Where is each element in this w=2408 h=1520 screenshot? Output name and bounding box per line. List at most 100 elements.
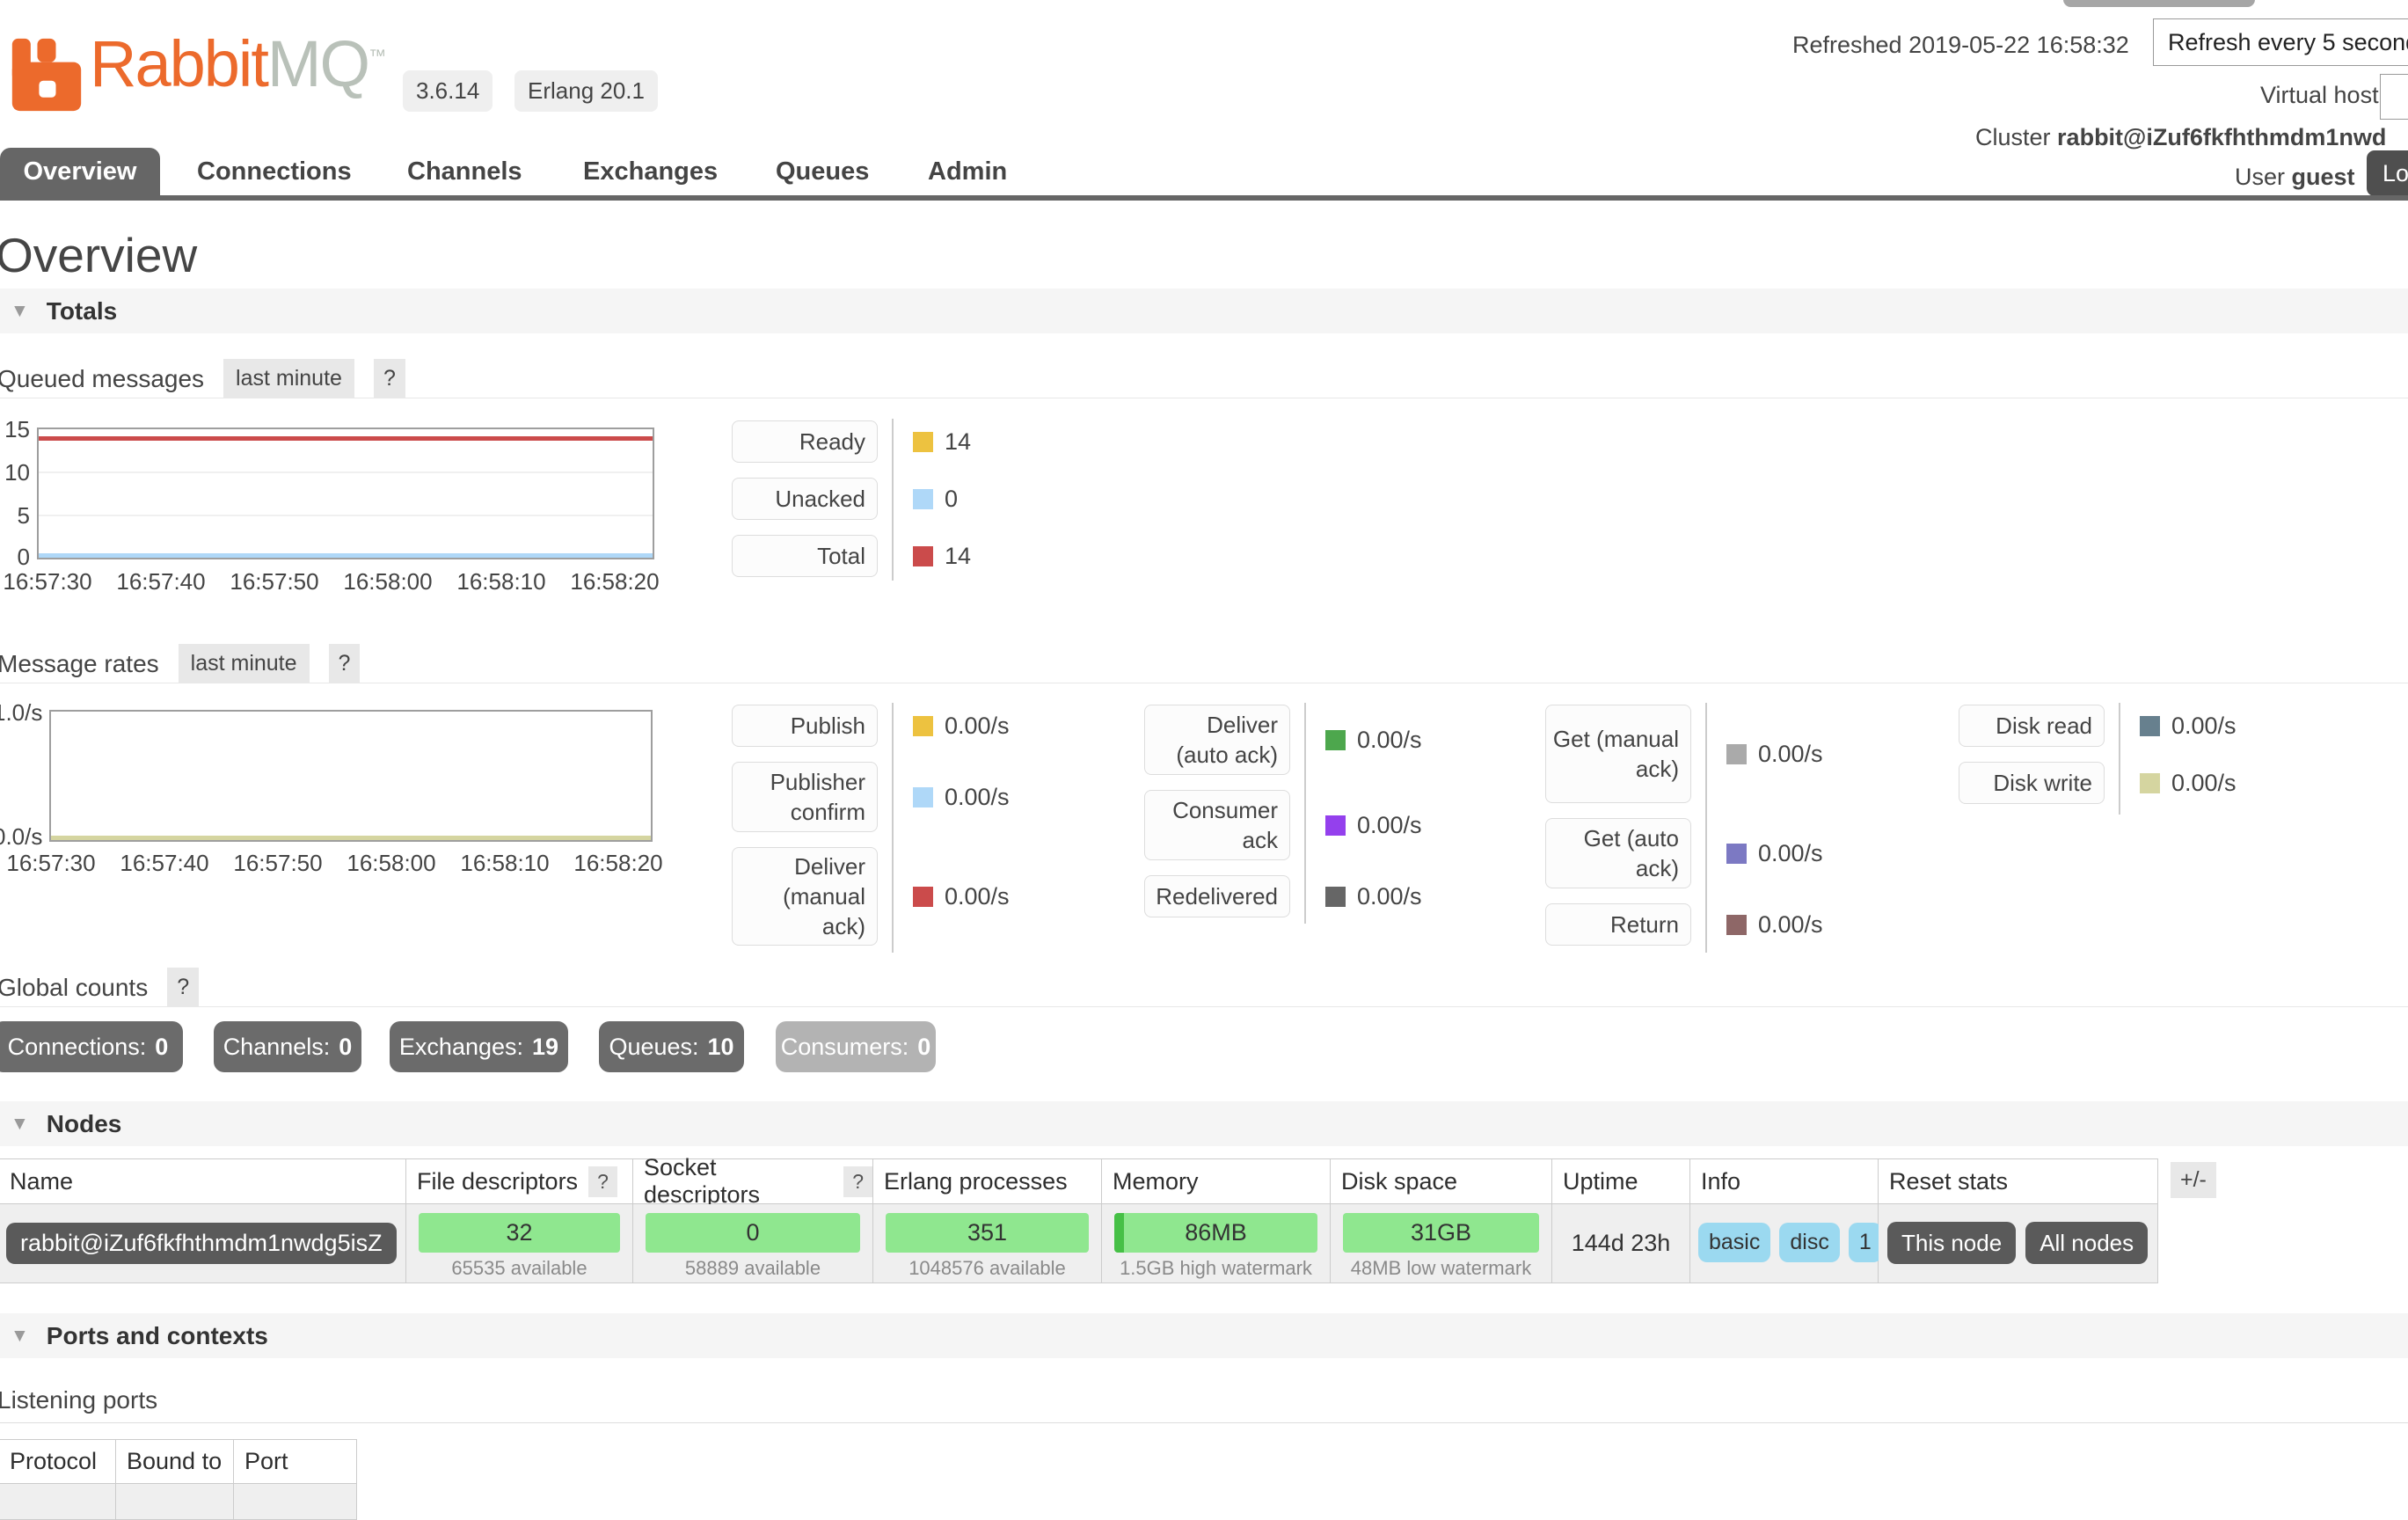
legend-ready[interactable]: Ready [732, 420, 878, 463]
legend-disk-write[interactable]: Disk write [1959, 762, 2105, 804]
rates-legend-col4: Disk read0.00/s Disk write0.00/s [1959, 705, 2381, 819]
return-rate: 0.00/s [1758, 911, 1823, 939]
tab-queues[interactable]: Queues [776, 157, 869, 186]
sd-help-icon[interactable]: ? [843, 1166, 872, 1197]
memory-watermark: 1.5GB high watermark [1114, 1257, 1317, 1280]
unacked-series-line [39, 553, 653, 558]
gridline [39, 515, 653, 516]
listening-ports-rule [0, 1422, 2408, 1423]
reset-all-nodes-button[interactable]: All nodes [2025, 1222, 2148, 1264]
deliver-manual-swatch [913, 887, 933, 907]
rates-help-icon[interactable]: ? [329, 644, 361, 683]
legend-divider [1304, 703, 1306, 924]
legend-deliver-auto[interactable]: Deliver (auto ack) [1144, 705, 1290, 775]
tab-connections[interactable]: Connections [197, 157, 352, 186]
cluster-line: Cluster rabbit@iZuf6fkfhthmdm1nwd [1975, 124, 2386, 151]
collapse-triangle-icon[interactable]: ▼ [11, 1114, 29, 1135]
ports-row-cell [0, 1484, 116, 1520]
return-swatch [1726, 915, 1747, 935]
refresh-interval-select[interactable]: Refresh every 5 second [2153, 18, 2408, 66]
tab-channels[interactable]: Channels [407, 157, 522, 186]
exchanges-count-button[interactable]: Exchanges:19 [390, 1021, 568, 1072]
nodes-section-header[interactable]: ▼ Nodes [0, 1101, 2408, 1146]
tab-exchanges[interactable]: Exchanges [583, 157, 718, 186]
queued-messages-chart [37, 428, 654, 559]
x-tick: 16:57:50 [217, 568, 332, 596]
fd-help-icon[interactable]: ? [588, 1166, 617, 1197]
refresh-interval-value: Refresh every 5 second [2168, 29, 2408, 56]
y-tick: 0 [0, 544, 30, 571]
user-label: User [2235, 164, 2285, 190]
legend-get-auto[interactable]: Get (auto ack) [1545, 818, 1691, 888]
channels-label: Channels: [223, 1034, 331, 1061]
legend-publish[interactable]: Publish [732, 705, 878, 747]
consumers-count-button[interactable]: Consumers:0 [776, 1021, 936, 1072]
legend-total[interactable]: Total [732, 535, 878, 577]
info-badge-basic: basic [1698, 1223, 1770, 1262]
node-sd-cell: 058889 available [633, 1204, 873, 1283]
virtual-host-select[interactable] [2380, 74, 2408, 120]
nodes-col-uptime: Uptime [1552, 1159, 1690, 1204]
deliver-manual-rate: 0.00/s [945, 883, 1010, 910]
queued-range-badge[interactable]: last minute [223, 359, 354, 398]
column-toggle-badge[interactable]: +/- [2171, 1162, 2216, 1198]
tab-admin[interactable]: Admin [928, 157, 1007, 186]
queues-count-button[interactable]: Queues:10 [599, 1021, 744, 1072]
nodes-table: Name File descriptors? Socket descriptor… [0, 1158, 2158, 1283]
legend-get-manual[interactable]: Get (manual ack) [1545, 705, 1691, 803]
global-counts-help-icon[interactable]: ? [167, 968, 199, 1007]
ports-section-header[interactable]: ▼ Ports and contexts [0, 1313, 2408, 1358]
exchanges-label: Exchanges: [399, 1034, 523, 1061]
tab-overview[interactable]: Overview [0, 148, 160, 196]
queues-label: Queues: [609, 1034, 698, 1061]
legend-unacked[interactable]: Unacked [732, 478, 878, 520]
legend-consumer-ack[interactable]: Consumer ack [1144, 790, 1290, 860]
global-counts-title: Global counts [0, 974, 148, 1002]
ports-section-title: Ports and contexts [47, 1322, 268, 1350]
totals-section-title: Totals [47, 297, 117, 325]
rates-range-badge[interactable]: last minute [179, 644, 310, 683]
listening-ports-table: Protocol Bound to Port [0, 1439, 357, 1520]
queued-messages-title: Queued messages [0, 365, 204, 393]
totals-section-header[interactable]: ▼ Totals [0, 289, 2408, 333]
refreshed-timestamp: Refreshed 2019-05-22 16:58:32 [1792, 32, 2129, 59]
x-tick: 16:57:30 [0, 568, 105, 596]
user-line: User guest [2235, 164, 2355, 191]
legend-deliver-manual[interactable]: Deliver (manual ack) [732, 847, 878, 946]
legend-disk-read[interactable]: Disk read [1959, 705, 2105, 747]
message-rates-header: Message rates last minute ? [0, 644, 360, 683]
x-tick: 16:58:00 [334, 850, 449, 877]
connections-count-button[interactable]: Connections:0 [0, 1021, 183, 1072]
collapse-triangle-icon[interactable]: ▼ [11, 1326, 29, 1347]
logout-button[interactable]: Log out [2367, 150, 2408, 196]
legend-publisher-confirm[interactable]: Publisher confirm [732, 762, 878, 832]
ready-swatch [913, 432, 933, 452]
deliver-auto-swatch [1325, 730, 1346, 750]
info-badge-count: 1 [1849, 1223, 1882, 1262]
legend-return[interactable]: Return [1545, 903, 1691, 946]
nodes-col-info: Info [1690, 1159, 1879, 1204]
node-name-badge[interactable]: rabbit@iZuf6fkfhthmdm1nwdg5isZ [6, 1223, 397, 1264]
legend-redelivered[interactable]: Redelivered [1144, 875, 1290, 917]
ports-col-bound-to: Bound to [116, 1440, 234, 1484]
reset-this-node-button[interactable]: This node [1887, 1222, 2016, 1264]
collapse-triangle-icon[interactable]: ▼ [11, 301, 29, 322]
publisher-confirm-rate: 0.00/s [945, 784, 1010, 811]
ports-col-protocol: Protocol [0, 1440, 116, 1484]
consumers-label: Consumers: [781, 1034, 909, 1061]
rates-legend-col3: Get (manual ack) 0.00/s Get (auto ack) 0.0… [1545, 705, 1967, 961]
nodes-col-erlang-processes: Erlang processes [873, 1159, 1102, 1204]
queued-help-icon[interactable]: ? [374, 359, 405, 398]
unacked-value: 0 [945, 486, 958, 513]
get-manual-rate: 0.00/s [1758, 741, 1823, 768]
queued-legend: Ready14 Unacked0 Total14 [732, 420, 1154, 592]
y-tick: 1.0/s [0, 699, 42, 727]
y-tick: 0.0/s [0, 823, 42, 851]
channels-count-button[interactable]: Channels:0 [214, 1021, 361, 1072]
x-tick: 16:57:40 [104, 568, 218, 596]
x-tick: 16:57:30 [0, 850, 108, 877]
nodes-col-file-descriptors: File descriptors? [406, 1159, 633, 1204]
sd-available: 58889 available [646, 1257, 860, 1280]
y-tick: 5 [0, 502, 30, 530]
publish-rate: 0.00/s [945, 712, 1010, 740]
